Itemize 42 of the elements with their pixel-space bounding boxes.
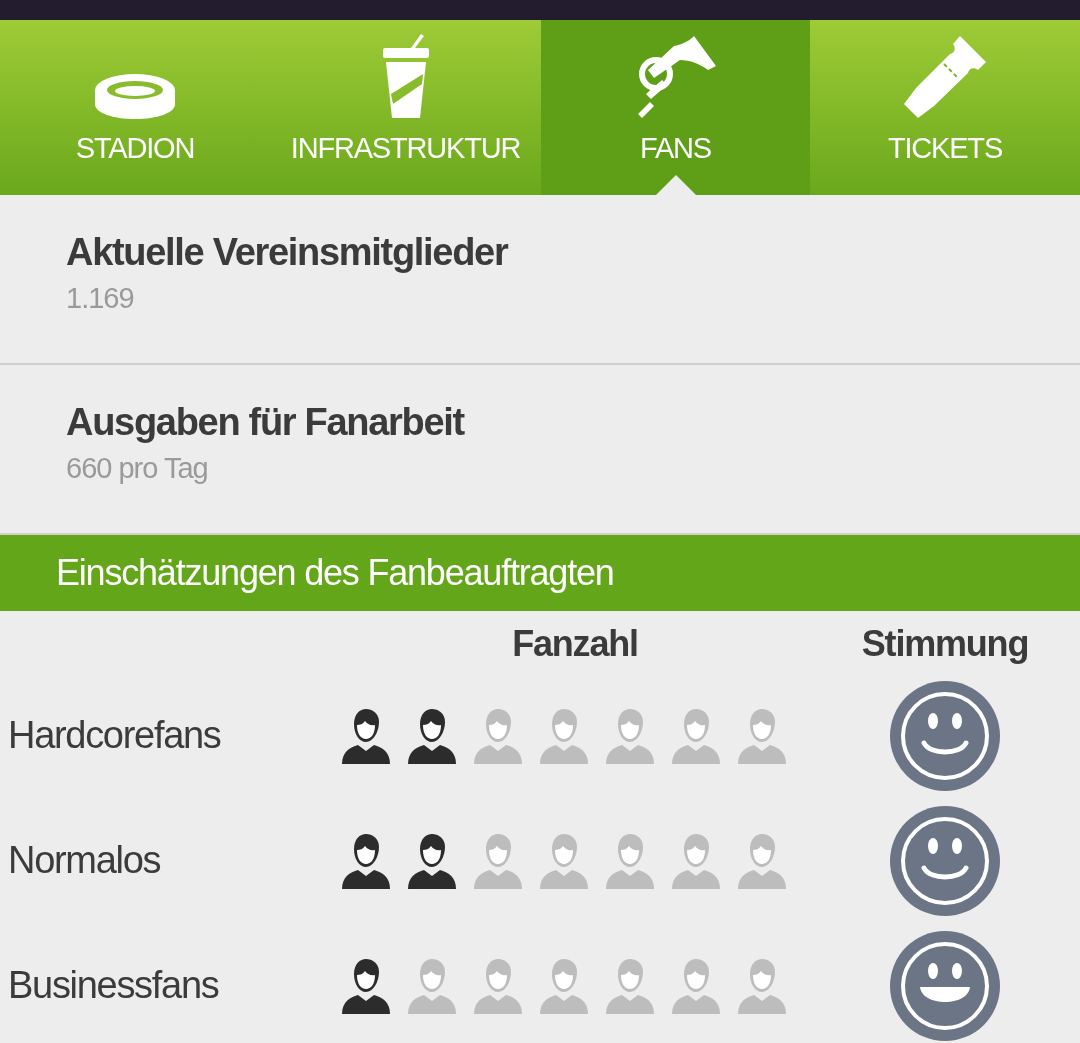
person-outline-icon xyxy=(604,707,656,764)
info-value: 660 pro Tag xyxy=(66,452,208,485)
column-header: Stimmung xyxy=(861,622,1029,666)
person-outline-icon xyxy=(472,832,524,889)
person-outline-icon xyxy=(670,707,722,764)
info-title: Ausgaben für Fanarbeit xyxy=(66,401,464,444)
tab[interactable]: FANS xyxy=(541,20,810,195)
person-outline-icon xyxy=(736,832,788,889)
selection-indicator xyxy=(655,175,696,195)
person-outline-icon xyxy=(538,832,590,889)
tab[interactable]: STADION xyxy=(0,20,270,195)
fan-group-label: Normalos xyxy=(7,839,162,882)
person-outline-icon xyxy=(538,707,590,764)
ticket-icon xyxy=(902,34,988,120)
person-outline-icon xyxy=(472,957,524,1014)
fan-group-label: Businessfans xyxy=(7,964,220,1007)
person-outline-icon xyxy=(406,957,458,1014)
person-icon xyxy=(340,707,392,764)
person-outline-icon xyxy=(538,957,590,1014)
person-outline-icon xyxy=(604,832,656,889)
person-outline-icon xyxy=(604,957,656,1014)
person-icon xyxy=(340,957,392,1014)
tab[interactable]: TICKETS xyxy=(810,20,1080,195)
person-icon xyxy=(406,832,458,889)
person-outline-icon xyxy=(670,957,722,1014)
smiley-icon xyxy=(890,805,1000,916)
stadium-icon xyxy=(93,72,177,120)
info-title: Aktuelle Vereinsmitglieder xyxy=(66,231,508,274)
person-outline-icon xyxy=(736,957,788,1014)
smiley-icon xyxy=(890,680,1000,791)
column-header: Fanzahl xyxy=(512,622,638,666)
person-outline-icon xyxy=(736,707,788,764)
person-outline-icon xyxy=(670,832,722,889)
cup-icon xyxy=(380,34,431,120)
fan-group-label: Hardcorefans xyxy=(7,714,222,757)
person-icon xyxy=(340,832,392,889)
section-title: Einschätzungen des Fanbeauftragten xyxy=(56,552,614,594)
tab[interactable]: INFRASTRUKTUR xyxy=(270,20,541,195)
person-outline-icon xyxy=(472,707,524,764)
person-icon xyxy=(406,707,458,764)
info-value: 1.169 xyxy=(66,282,134,315)
grinning-face-icon xyxy=(890,930,1000,1041)
